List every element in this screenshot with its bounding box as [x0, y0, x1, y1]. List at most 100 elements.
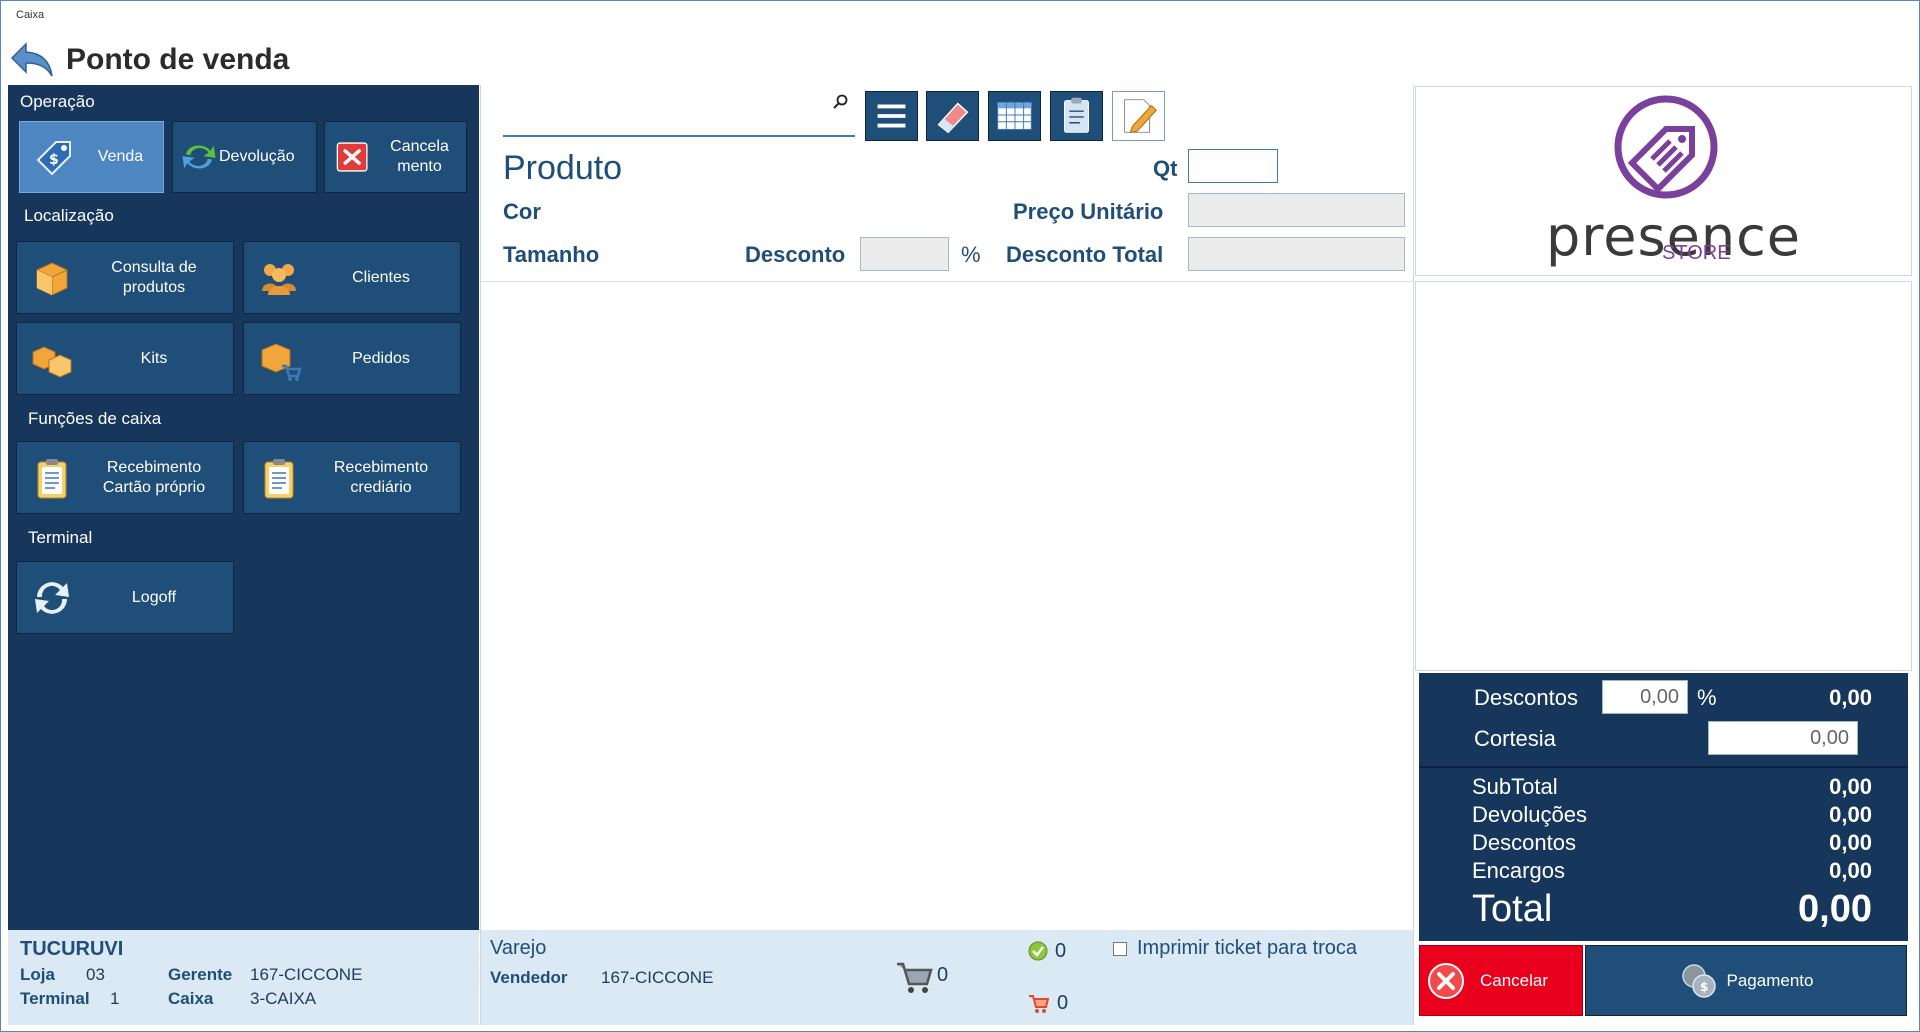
sidebar: Operação $ Venda Devolução Cancela mento…: [8, 85, 479, 930]
recebimento-cartao-button[interactable]: Recebimento Cartão próprio: [16, 441, 234, 514]
edit-document-icon: [1124, 99, 1157, 133]
subtotal-label: SubTotal: [1472, 774, 1558, 799]
print-ticket-label: Imprimir ticket para troca: [1137, 937, 1358, 959]
clipboard-button[interactable]: [1050, 91, 1103, 141]
menu-list-button[interactable]: [865, 91, 918, 141]
header: Ponto de venda: [8, 36, 1912, 84]
terminal-caixa-row: Terminal 1 Caixa 3-CAIXA: [20, 989, 467, 1009]
box-icon: [36, 261, 68, 296]
rec-crediario-line2: crediário: [350, 478, 412, 496]
descontos-value: 0,00: [1829, 685, 1872, 710]
eraser-button[interactable]: [926, 91, 979, 141]
vendedor-label: Vendedor: [490, 968, 568, 987]
loja-gerente-row: Loja 03 Gerente 167-CICCONE: [20, 965, 467, 985]
total-label: Total: [1472, 888, 1553, 930]
loja-value: 03: [86, 965, 105, 984]
section-operacao: Operação: [20, 92, 95, 111]
cancelar-label: Cancelar: [1480, 970, 1549, 990]
cart-red-icon: [1029, 995, 1049, 1013]
recebimento-crediario-label: Recebimento crediário: [302, 458, 460, 498]
cancel-circle-icon: [1428, 962, 1464, 999]
pagamento-button[interactable]: $ Pagamento: [1585, 945, 1907, 1016]
gerente-value: 167-CICCONE: [250, 965, 363, 984]
terminal-label: Terminal: [20, 989, 90, 1008]
total-value: 0,00: [1798, 888, 1872, 930]
search-icon[interactable]: [831, 93, 849, 111]
cancelamento-line1: Cancela: [390, 138, 449, 155]
kits-label: Kits: [140, 349, 168, 367]
subtotal-value: 0,00: [1829, 774, 1872, 799]
edit-document-button[interactable]: [1112, 91, 1165, 141]
devolucao-label: Devolução: [219, 148, 295, 165]
venda-label: Venda: [97, 148, 144, 165]
grid-table-button[interactable]: [988, 91, 1041, 141]
consulta-line2: produtos: [122, 278, 186, 296]
cortesia-input[interactable]: 0,00: [1708, 721, 1858, 755]
coins-icon: $: [1681, 963, 1716, 998]
desconto-label: Desconto: [745, 242, 846, 267]
rec-crediario-line1: Recebimento: [333, 458, 429, 476]
section-terminal: Terminal: [28, 528, 93, 547]
devolucao-button[interactable]: Devolução: [172, 121, 317, 193]
print-ticket-checkbox[interactable]: [1113, 942, 1127, 956]
users-group-icon: [262, 263, 296, 295]
preco-unitario-field: [1188, 193, 1405, 227]
boxes-icon: [32, 345, 72, 378]
descontos2-label: Descontos: [1472, 830, 1576, 855]
logoff-button[interactable]: Logoff: [16, 561, 234, 634]
clientes-button[interactable]: Clientes: [243, 241, 461, 314]
store-name: TUCURUVI: [20, 938, 124, 960]
encargos-label: Encargos: [1472, 858, 1565, 883]
logo-panel: presence STORE: [1415, 86, 1912, 276]
caixa-value: 3-CAIXA: [250, 989, 317, 1008]
consulta-produtos-button[interactable]: Consulta de produtos: [16, 241, 234, 314]
caixa-label: Caixa: [168, 989, 214, 1008]
logoff-label: Logoff: [131, 588, 177, 606]
descontos-label: Descontos: [1474, 685, 1578, 710]
refresh-arrows-icon: [182, 145, 216, 169]
pedidos-button[interactable]: Pedidos: [243, 322, 461, 395]
tipo-venda: Varejo: [490, 937, 547, 959]
clipboard-icon: [37, 458, 67, 498]
desconto-input[interactable]: [860, 237, 949, 271]
shopping-cart-icon: [897, 962, 933, 993]
window-title: Caixa: [16, 9, 45, 21]
product-search-input[interactable]: [503, 91, 855, 137]
preco-unitario-label: Preço Unitário: [1013, 199, 1164, 224]
terminal-value: 1: [110, 989, 120, 1008]
divider: [481, 281, 1413, 282]
box-cart-icon: [261, 342, 302, 381]
recebimento-crediario-button[interactable]: Recebimento crediário: [243, 441, 461, 514]
back-arrow-icon[interactable]: [8, 38, 56, 82]
desconto-percent: %: [961, 242, 981, 267]
menu-lines-icon: [877, 104, 906, 128]
consulta-line1: Consulta de: [111, 258, 197, 276]
clipboard-icon: [264, 458, 294, 498]
gerente-label: Gerente: [168, 965, 233, 984]
desconto-total-label: Desconto Total: [1006, 242, 1164, 267]
clipboard-icon: [1064, 97, 1089, 133]
svg-text:$: $: [49, 152, 59, 168]
product-image-panel: [1415, 281, 1912, 671]
descontos-input[interactable]: 0,00: [1602, 680, 1688, 714]
page-title: Ponto de venda: [66, 43, 290, 76]
price-tag-icon: $: [36, 141, 71, 176]
tamanho-label: Tamanho: [503, 242, 600, 267]
check-circle-icon: [1028, 941, 1048, 961]
cart2-count: 0: [1057, 992, 1069, 1014]
eraser-icon: [937, 102, 969, 134]
totals-separator: [1419, 766, 1908, 768]
encargos-value: 0,00: [1829, 858, 1872, 883]
descontos2-value: 0,00: [1829, 830, 1872, 855]
vendedor-value: 167-CICCONE: [601, 968, 714, 987]
cancelamento-button[interactable]: Cancela mento: [324, 121, 467, 193]
cancelar-button[interactable]: Cancelar: [1419, 945, 1583, 1016]
kits-button[interactable]: Kits: [16, 322, 234, 395]
venda-button[interactable]: $ Venda: [19, 121, 164, 193]
rec-cartao-line1: Recebimento: [106, 458, 202, 476]
cart-count: 0: [937, 964, 949, 986]
qt-input[interactable]: [1188, 149, 1278, 183]
section-localizacao: Localização: [24, 206, 114, 225]
descontos-percent: %: [1697, 685, 1717, 710]
svg-text:$: $: [1700, 980, 1708, 994]
